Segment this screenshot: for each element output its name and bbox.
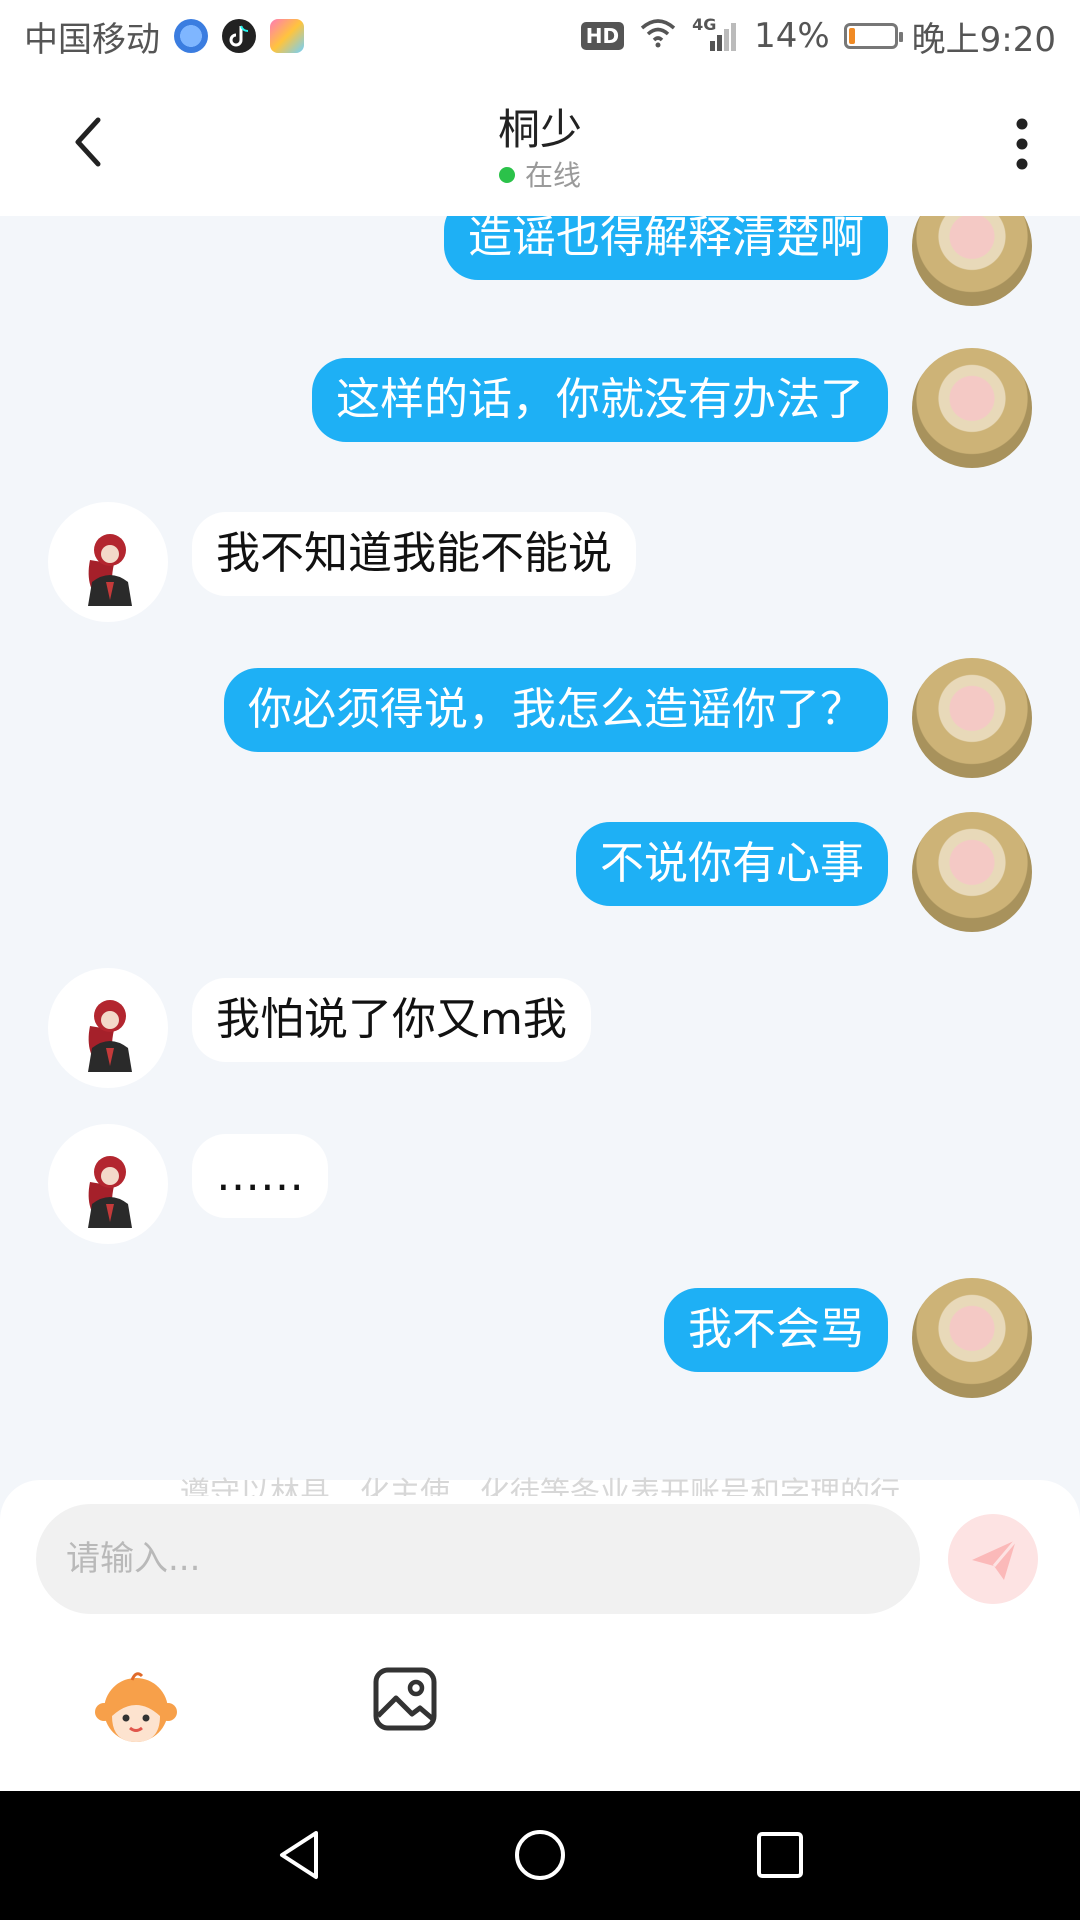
message-bubble-sent[interactable]: 不说你有心事 xyxy=(576,822,888,906)
globe-app-icon xyxy=(174,19,208,53)
battery-icon xyxy=(843,23,903,49)
anime-character-avatar-icon xyxy=(88,534,132,606)
emoji-mascot-button[interactable] xyxy=(92,1664,180,1752)
online-status: 在线 xyxy=(0,154,1080,194)
anime-character-avatar-icon xyxy=(88,1156,132,1228)
send-button[interactable] xyxy=(948,1514,1038,1604)
signal-icon: 4G xyxy=(692,15,740,53)
message-row: 我不会骂 xyxy=(0,1278,1080,1398)
my-avatar[interactable] xyxy=(912,348,1032,468)
paper-plane-icon xyxy=(972,1539,1018,1580)
tiktok-app-icon xyxy=(222,19,256,53)
message-row: 这样的话，你就没有办法了 xyxy=(0,348,1080,468)
status-left: 中国移动 xyxy=(24,12,304,61)
my-avatar[interactable] xyxy=(912,812,1032,932)
nav-home-button[interactable] xyxy=(512,1827,568,1883)
wifi-icon xyxy=(638,16,678,57)
contact-avatar[interactable] xyxy=(48,968,168,1088)
message-bubble-received[interactable]: …… xyxy=(192,1134,328,1218)
message-row: 我不知道我能不能说 xyxy=(0,502,1080,622)
contact-name: 桐少 xyxy=(497,105,582,154)
message-list[interactable]: 造谣也得解释清楚啊 这样的话，你就没有办法了 我不知道我能不能说 你必须得说，我… xyxy=(0,216,1080,1480)
battery-level xyxy=(848,28,855,44)
contact-avatar[interactable] xyxy=(48,1124,168,1244)
status-bar: 中国移动 HD 4G 14% 晚上9:20 xyxy=(0,0,1080,72)
my-avatar[interactable] xyxy=(912,658,1032,778)
colorful-app-icon xyxy=(270,19,304,53)
triangle-back-icon xyxy=(280,1831,318,1879)
message-row: …… xyxy=(0,1124,1080,1244)
circle-home-icon xyxy=(515,1830,565,1880)
more-vertical-icon xyxy=(1016,118,1028,170)
message-row: 造谣也得解释清楚啊 xyxy=(0,216,1080,306)
message-bubble-sent[interactable]: 这样的话，你就没有办法了 xyxy=(312,358,888,442)
composer: 遵守以林县，化主使，化徒等条业表开账号和字理的行 xyxy=(0,1476,1080,1791)
nav-back-button[interactable] xyxy=(272,1827,328,1883)
monkey-mascot-icon xyxy=(95,1672,177,1742)
image-icon xyxy=(373,1667,437,1731)
message-bubble-received[interactable]: 我不知道我能不能说 xyxy=(192,512,636,596)
chat-header: 桐少 在线 xyxy=(0,72,1080,216)
status-right: HD 4G 14% 晚上9:20 xyxy=(580,12,1056,61)
message-input[interactable] xyxy=(36,1504,920,1614)
message-row: 你必须得说，我怎么造谣你了？ xyxy=(0,658,1080,778)
anime-character-avatar-icon xyxy=(88,1000,132,1072)
hd-icon: HD xyxy=(580,22,625,50)
online-dot-icon xyxy=(498,167,515,183)
image-picker-button[interactable] xyxy=(372,1666,438,1732)
more-options-button[interactable] xyxy=(992,112,1052,176)
nav-recents-button[interactable] xyxy=(752,1827,808,1883)
my-avatar[interactable] xyxy=(912,216,1032,306)
contact-avatar[interactable] xyxy=(48,502,168,622)
carrier-name: 中国移动 xyxy=(24,19,160,60)
battery-percent: 14% xyxy=(754,16,830,56)
message-bubble-sent[interactable]: 造谣也得解释清楚啊 xyxy=(444,216,888,280)
message-row: 不说你有心事 xyxy=(0,812,1080,932)
message-row: 我怕说了你又m我 xyxy=(0,968,1080,1088)
system-navigation-bar xyxy=(0,1791,1080,1920)
square-recents-icon xyxy=(757,1832,803,1878)
my-avatar[interactable] xyxy=(912,1278,1032,1398)
message-bubble-sent[interactable]: 我不会骂 xyxy=(664,1288,888,1372)
clock: 晚上9:20 xyxy=(911,19,1056,60)
notice-text: 遵守以林县，化主使，化徒等条业表开账号和字理的行 xyxy=(180,1476,900,1496)
message-bubble-sent[interactable]: 你必须得说，我怎么造谣你了？ xyxy=(224,668,888,752)
message-bubble-received[interactable]: 我怕说了你又m我 xyxy=(192,978,591,1062)
online-status-text: 在线 xyxy=(524,159,581,192)
